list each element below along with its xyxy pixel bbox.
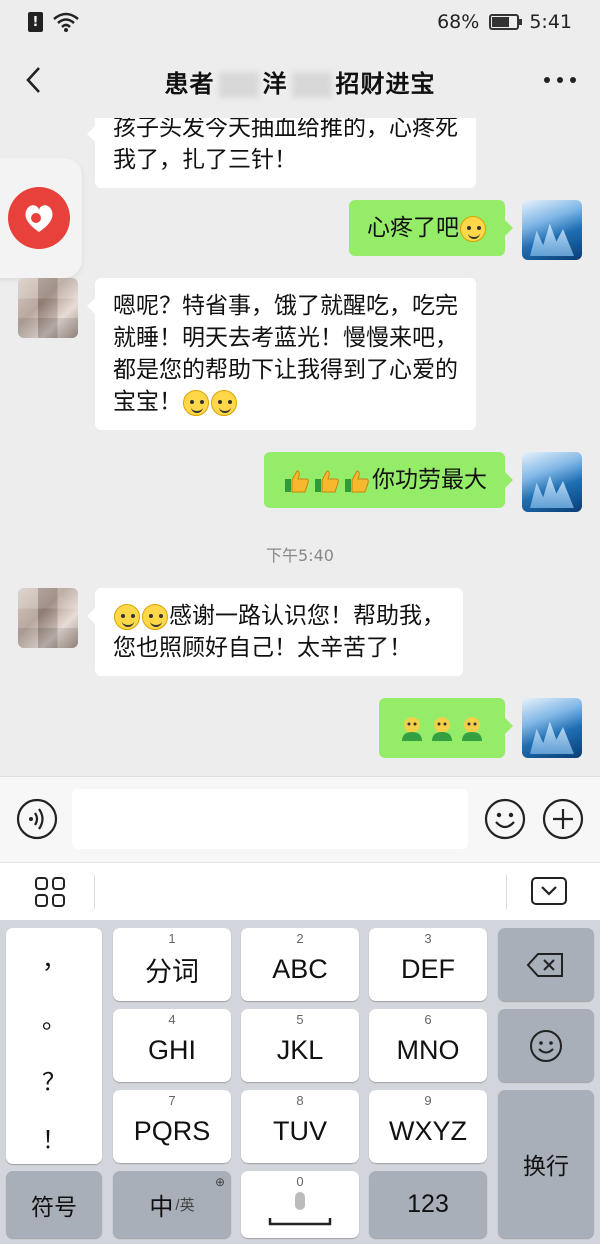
status-bar: ! 68% 5:41 (0, 0, 600, 44)
message-bubble-friend[interactable]: 感谢一路认识您！帮助我， 您也照顾好自己！太辛苦了！ (87, 588, 463, 676)
toolbar-divider (94, 875, 95, 909)
grid-icon[interactable] (34, 876, 66, 908)
message-bubble-mine[interactable] (379, 698, 513, 758)
more-dots-icon (557, 77, 563, 83)
toolbar-divider (506, 875, 507, 909)
status-right: 68% 5:41 (437, 11, 572, 33)
message-text: 都是您的帮助下让我得到了心爱的 (113, 357, 458, 383)
smile-emoji-icon (183, 389, 209, 416)
message-text: 我了，扎了三针！ (113, 147, 297, 173)
punct-key[interactable]: ？ (6, 1062, 102, 1097)
key-7[interactable]: 7 PQRS (113, 1090, 231, 1163)
title-part-3: 招财进宝 (335, 69, 436, 98)
chat-area[interactable]: 孩子头发今天抽血给推的，心疼死 我了，扎了三针！ 心疼了吧 嗯呢？特省事，饿了就… (0, 118, 600, 776)
number-key[interactable]: 123 (369, 1171, 487, 1238)
key-6[interactable]: 6 MNO (369, 1009, 487, 1082)
keyboard-emoji-icon (530, 1029, 562, 1062)
title-part-2: 洋 (262, 69, 288, 98)
input-bar (0, 776, 600, 862)
chat-title: 患者 洋 招财进宝 (165, 64, 436, 99)
message-text: 感谢一路认识您！帮助我， (169, 603, 445, 629)
message-text: 嗯呢？特省事，饿了就醒吃，吃完 (113, 293, 458, 319)
chevron-left-icon (26, 67, 40, 93)
more-button[interactable] (544, 68, 576, 92)
title-redaction (218, 71, 259, 98)
globe-icon: ⊕ (214, 1175, 225, 1189)
smile-emoji-icon (211, 389, 237, 416)
language-switch-key[interactable]: ⊕ 中/英 (113, 1171, 231, 1238)
message-input[interactable] (72, 789, 468, 849)
status-left: ! (28, 12, 79, 32)
punct-key[interactable]: ， (6, 940, 102, 975)
message-text: 就睡！明天去考蓝光！慢慢来吧， (113, 325, 458, 351)
message-text: 您也照顾好自己！太辛苦了！ (113, 635, 412, 661)
battery-percent: 68% (437, 11, 480, 33)
more-dots-icon (570, 77, 576, 83)
wifi-icon (53, 12, 79, 32)
keyboard: ， 。 ？ ！ 1 分词 2 ABC 3 DEF 4 GHI 5 JKL 6 MNO 7 PQ… (0, 920, 600, 1244)
smile-emoji-icon (114, 603, 140, 630)
battery-level (492, 17, 509, 27)
title-part-1: 患者 (164, 69, 215, 98)
plus-icon[interactable] (542, 798, 584, 840)
thumbs-up-icon (345, 469, 369, 492)
thumbs-up-icon (315, 469, 339, 492)
mic-icon (268, 1191, 332, 1225)
key-9[interactable]: 9 WXYZ (369, 1090, 487, 1163)
thumbs-up-icon (285, 469, 309, 492)
message-text: 心疼了吧 (367, 215, 459, 241)
enter-key[interactable]: 换行 (498, 1090, 594, 1238)
key-2[interactable]: 2 ABC (241, 928, 359, 1001)
key-3[interactable]: 3 DEF (369, 928, 487, 1001)
punct-key[interactable]: ！ (6, 1120, 102, 1155)
chat-header: 患者 洋 招财进宝 (0, 44, 600, 118)
my-avatar[interactable] (522, 698, 582, 758)
friend-avatar[interactable] (18, 278, 78, 338)
more-dots-icon (544, 77, 550, 83)
my-avatar[interactable] (522, 452, 582, 512)
status-time: 5:41 (529, 11, 572, 33)
back-button[interactable] (12, 58, 56, 102)
key-4[interactable]: 4 GHI (113, 1009, 231, 1082)
friend-avatar[interactable] (18, 588, 78, 648)
message-bubble-friend[interactable]: 孩子头发今天抽血给推的，心疼死 我了，扎了三针！ (87, 118, 476, 188)
voice-icon[interactable] (16, 798, 58, 840)
message-text: 孩子头发今天抽血给推的，心疼死 (113, 118, 458, 141)
message-bubble-mine[interactable]: 你功劳最大 (264, 452, 513, 508)
emoji-icon[interactable] (484, 798, 526, 840)
backspace-key[interactable] (498, 928, 594, 1001)
my-avatar[interactable] (522, 200, 582, 260)
message-bubble-mine[interactable]: 心疼了吧 (349, 200, 513, 256)
key-5[interactable]: 5 JKL (241, 1009, 359, 1082)
frog-emoji-icon (432, 716, 452, 741)
space-key[interactable]: 0 (241, 1171, 359, 1238)
message-bubble-friend[interactable]: 嗯呢？特省事，饿了就醒吃，吃完 就睡！明天去考蓝光！慢慢来吧， 都是您的帮助下让… (87, 278, 476, 430)
sim-alert-icon: ! (28, 12, 43, 32)
message-timestamp: 下午5:40 (266, 546, 334, 565)
key-8[interactable]: 8 TUV (241, 1090, 359, 1163)
frog-emoji-icon (462, 716, 482, 741)
emoji-key[interactable] (498, 1009, 594, 1082)
symbol-key[interactable]: 符号 (6, 1171, 102, 1238)
floating-widget[interactable] (0, 158, 82, 278)
frog-emoji-icon (402, 716, 422, 741)
keyboard-toolbar (0, 862, 600, 920)
message-text: 宝宝！ (113, 389, 182, 415)
heart-badge-icon (8, 187, 70, 249)
backspace-icon (526, 952, 563, 977)
battery-icon (489, 14, 523, 30)
smile-emoji-icon (460, 215, 486, 242)
title-redaction (291, 71, 332, 98)
smile-emoji-icon (142, 603, 168, 630)
punct-key[interactable]: 。 (6, 1000, 102, 1035)
key-1[interactable]: 1 分词 (113, 928, 231, 1001)
keyboard-hide-icon[interactable] (530, 876, 568, 906)
punctuation-column[interactable]: ， 。 ？ ！ (6, 928, 102, 1164)
message-text: 你功劳最大 (372, 467, 487, 493)
